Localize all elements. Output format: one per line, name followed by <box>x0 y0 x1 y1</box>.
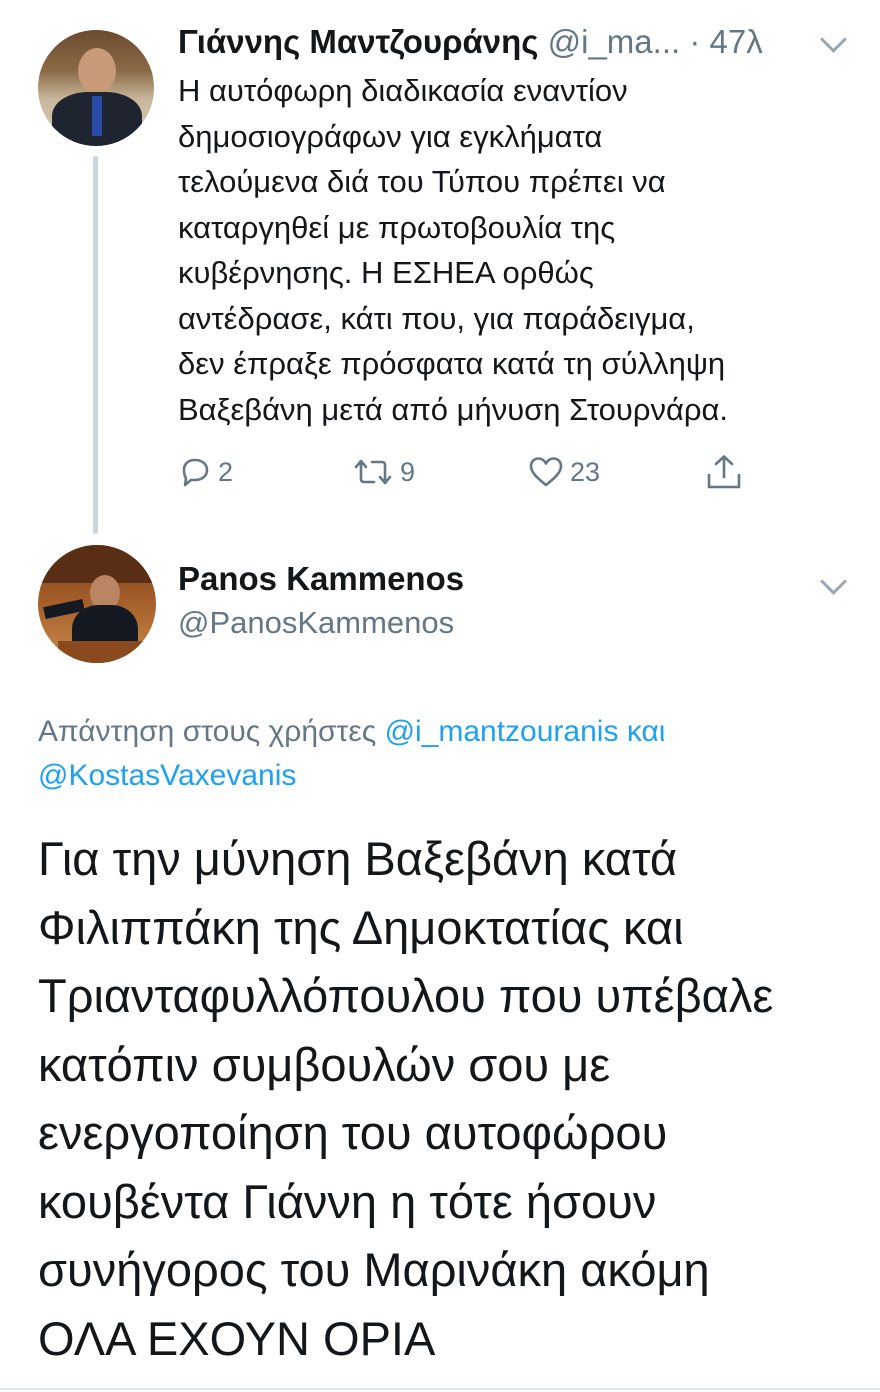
avatar-face <box>78 48 116 94</box>
share-icon <box>707 455 741 489</box>
divider <box>0 1388 880 1390</box>
author-handle[interactable]: @i_ma... <box>548 23 681 60</box>
avatar-podium <box>58 641 148 663</box>
mention-link[interactable]: @KostasVaxevanis <box>38 759 296 792</box>
mention-conjunction[interactable]: και <box>627 715 666 748</box>
retweet-button[interactable]: 9 <box>352 452 415 492</box>
thread-line <box>93 156 98 534</box>
reply-button[interactable]: 2 <box>178 452 233 492</box>
avatar[interactable] <box>38 545 156 663</box>
retweet-icon <box>354 459 392 485</box>
retweet-count: 9 <box>400 456 416 487</box>
tweet-text: Η αυτόφωρη διαδικασία εναντίον δημοσιογρ… <box>178 73 729 427</box>
author-name[interactable]: Γιάννης Μαντζουράνης <box>178 23 538 60</box>
reply-author-name[interactable]: Panos Kammenos <box>178 558 464 600</box>
reply-count: 2 <box>218 456 234 487</box>
reply-author-handle[interactable]: @PanosKammenos <box>178 603 454 643</box>
mention-link[interactable]: @i_mantzouranis <box>385 715 619 748</box>
separator-dot: · <box>689 23 701 60</box>
chevron-down-icon[interactable] <box>820 568 847 595</box>
heart-icon <box>529 457 563 487</box>
share-button[interactable] <box>705 452 743 492</box>
avatar-tie <box>92 96 102 136</box>
like-count: 23 <box>570 456 601 487</box>
tweet-actions: 2 9 23 <box>178 452 778 492</box>
chevron-down-icon[interactable] <box>820 26 847 53</box>
reply-icon <box>182 458 209 487</box>
replying-to-label: Απάντηση στους χρήστες <box>38 715 377 748</box>
replying-to: Απάντηση στους χρήστες @i_mantzouranis κ… <box>38 710 838 798</box>
like-button[interactable]: 23 <box>528 452 600 492</box>
timestamp[interactable]: 47λ <box>710 23 763 60</box>
original-tweet[interactable]: Γιάννης Μαντζουράνης @i_ma... · 47λ Η αυ… <box>0 0 880 540</box>
tweet-header: Γιάννης Μαντζουράνης @i_ma... · 47λ <box>178 20 763 64</box>
reply-tweet-text: Για την μύνηση Βαξεβάνη κατά Φιλιππάκη τ… <box>38 832 774 1365</box>
avatar[interactable] <box>38 30 154 146</box>
